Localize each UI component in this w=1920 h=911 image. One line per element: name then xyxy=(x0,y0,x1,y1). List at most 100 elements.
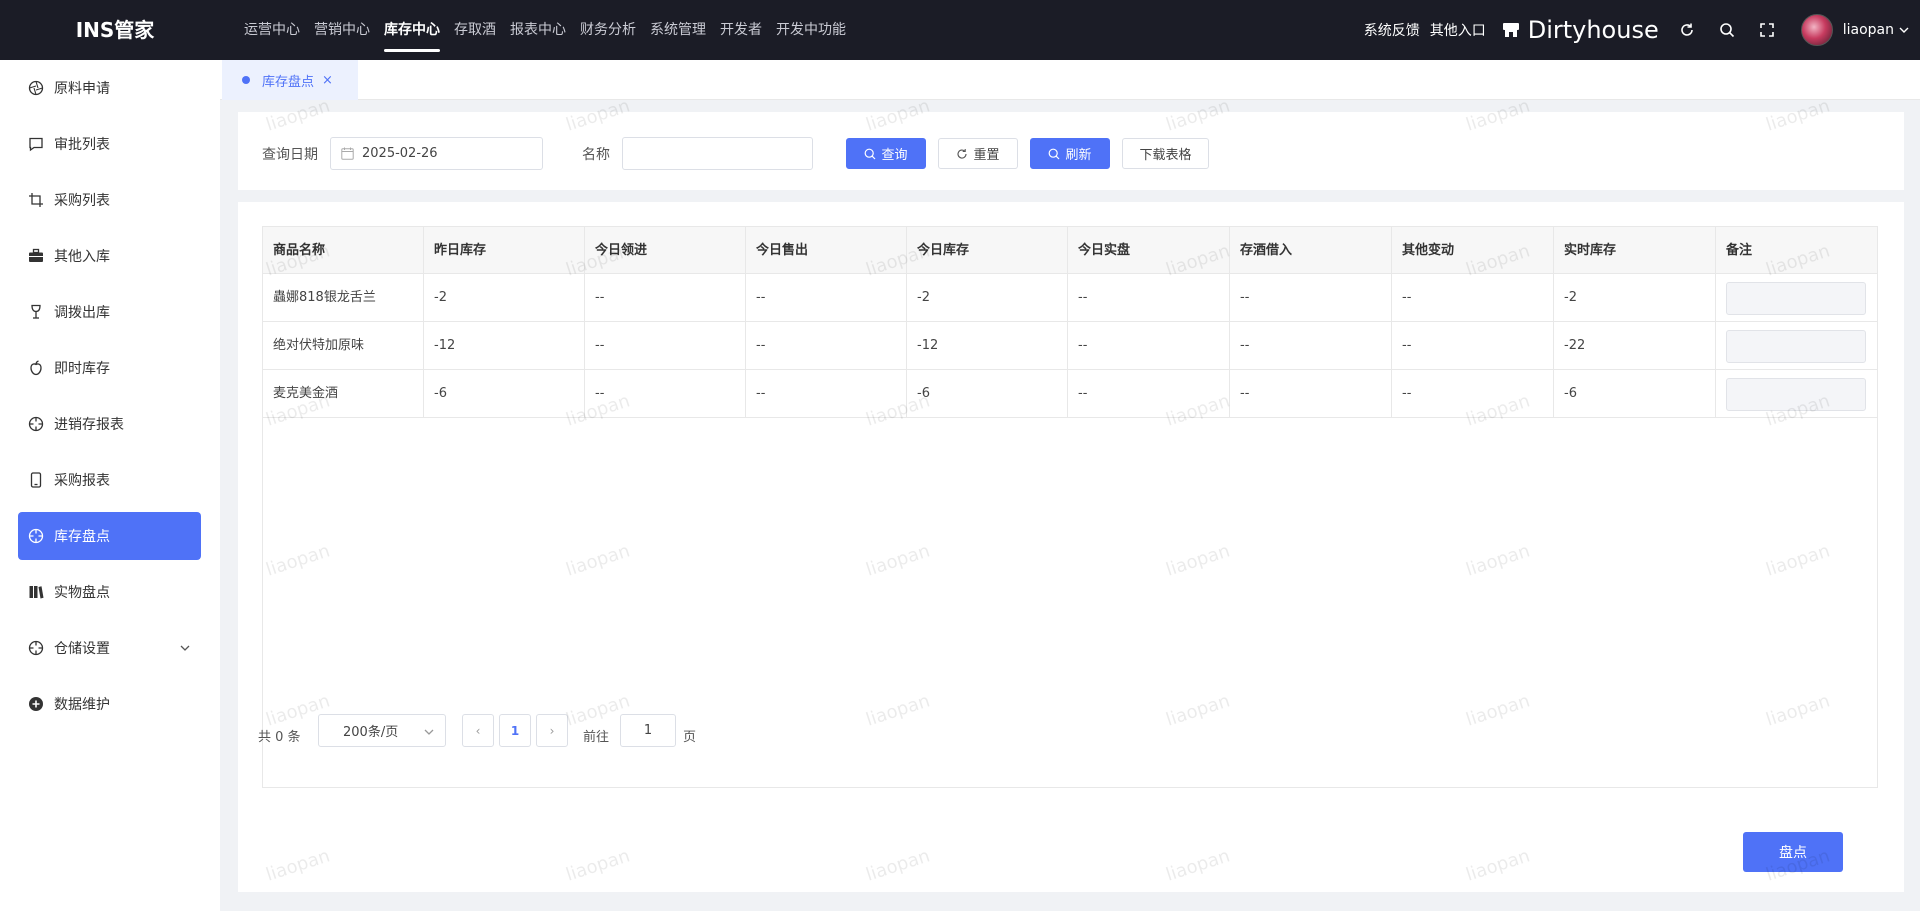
cell-wine-borrowed: -- xyxy=(1230,322,1392,370)
cell-today-received: -- xyxy=(585,322,746,370)
sidebar-item-inventory-report[interactable]: 进销存报表 xyxy=(18,400,201,448)
top-bar: INS管家 运营中心 营销中心 库存中心 存取酒 报表中心 财务分析 系统管理 … xyxy=(0,0,1920,60)
chevron-down-icon[interactable] xyxy=(1898,24,1910,36)
plus-circle-icon xyxy=(29,697,43,711)
top-nav-item-marketing[interactable]: 营销中心 xyxy=(314,0,370,60)
sidebar-item-purchase-report[interactable]: 采购报表 xyxy=(18,456,201,504)
top-nav-item-dev-features[interactable]: 开发中功能 xyxy=(776,0,846,60)
chevron-down-icon[interactable] xyxy=(179,642,191,654)
cell-today-sold: -- xyxy=(746,274,907,322)
stock-count-button[interactable]: 盘点 xyxy=(1743,832,1843,872)
sidebar-item-warehouse-settings[interactable]: 仓储设置 xyxy=(18,624,201,672)
refresh-icon xyxy=(957,148,968,159)
page-size-select[interactable]: 200条/页 xyxy=(318,714,446,747)
name-input[interactable] xyxy=(622,137,813,170)
sidebar-item-physical-count[interactable]: 实物盘点 xyxy=(18,568,201,616)
username[interactable]: liaopan xyxy=(1843,22,1894,38)
query-button[interactable]: 查询 xyxy=(846,138,926,169)
store-icon xyxy=(1502,23,1519,37)
tab-label: 库存盘点 xyxy=(262,74,315,90)
sidebar-item-material-request[interactable]: 原料申请 xyxy=(18,64,201,112)
filter-panel: 查询日期 2025-02-26 名称 查询 重置 刷新 下载表格 xyxy=(238,112,1904,190)
goto-page-input[interactable]: 1 xyxy=(620,714,676,747)
date-value: 2025-02-26 xyxy=(362,146,438,161)
top-nav-item-system[interactable]: 系统管理 xyxy=(650,0,706,60)
col-header-today-stock: 今日库存 xyxy=(907,227,1068,274)
tabs-bar: 库存盘点 × xyxy=(220,60,1920,100)
crop-icon xyxy=(29,193,43,207)
sidebar-item-label: 采购列表 xyxy=(54,193,110,209)
notes-input[interactable] xyxy=(1726,330,1866,363)
sidebar-item-label: 数据维护 xyxy=(54,697,110,713)
sidebar-item-label: 采购报表 xyxy=(54,473,110,489)
notes-input[interactable] xyxy=(1726,378,1866,411)
close-icon[interactable]: × xyxy=(322,73,333,88)
notes-input[interactable] xyxy=(1726,282,1866,315)
refresh-button[interactable]: 刷新 xyxy=(1030,138,1110,169)
goblet-icon xyxy=(31,304,41,319)
other-entry-link[interactable]: 其他入口 xyxy=(1430,20,1486,40)
col-header-wine-borrowed: 存酒借入 xyxy=(1230,227,1392,274)
cell-other-changes: -- xyxy=(1392,370,1554,418)
store-name[interactable]: Dirtyhouse xyxy=(1528,16,1659,44)
pagination-total: 共 0 条 xyxy=(258,730,301,745)
crosshair-icon xyxy=(28,640,44,656)
sidebar-item-transfer-outbound[interactable]: 调拨出库 xyxy=(18,288,201,336)
sidebar-item-label: 仓储设置 xyxy=(54,641,110,657)
refresh-button-label: 刷新 xyxy=(1065,148,1092,163)
top-nav-item-wine-storage[interactable]: 存取酒 xyxy=(454,0,496,60)
prev-page-button[interactable]: ‹ xyxy=(462,714,494,747)
date-picker[interactable]: 2025-02-26 xyxy=(330,137,543,170)
stock-count-table: 商品名称 昨日库存 今日领进 今日售出 今日库存 今日实盘 存酒借入 其他变动 … xyxy=(262,226,1878,788)
chat-icon xyxy=(29,137,43,152)
feedback-link[interactable]: 系统反馈 xyxy=(1364,20,1420,40)
cell-product-name: 麦克美金酒 xyxy=(263,370,424,418)
cell-today-stock: -6 xyxy=(907,370,1068,418)
active-dot-icon xyxy=(242,76,250,84)
refresh-icon[interactable] xyxy=(1677,20,1697,40)
sidebar: 原料申请 审批列表 采购列表 其他入库 调拨出库 即时库存 进销存报表 采购报表… xyxy=(0,60,220,911)
search-icon[interactable] xyxy=(1717,20,1737,40)
col-header-today-actual: 今日实盘 xyxy=(1068,227,1230,274)
page-number-button[interactable]: 1 xyxy=(499,714,531,747)
sidebar-item-label: 原料申请 xyxy=(54,81,110,97)
tab-stock-count[interactable]: 库存盘点 × xyxy=(222,60,358,100)
briefcase-icon xyxy=(29,248,43,262)
cell-realtime-stock: -2 xyxy=(1554,274,1716,322)
top-nav-item-operations[interactable]: 运营中心 xyxy=(244,0,300,60)
cell-today-sold: -- xyxy=(746,322,907,370)
sidebar-item-other-inbound[interactable]: 其他入库 xyxy=(18,232,201,280)
cell-realtime-stock: -6 xyxy=(1554,370,1716,418)
sidebar-item-purchase-list[interactable]: 采购列表 xyxy=(18,176,201,224)
crosshair-icon xyxy=(28,416,44,432)
sidebar-item-data-maintenance[interactable]: 数据维护 xyxy=(18,680,201,728)
sidebar-item-label: 即时库存 xyxy=(54,361,110,377)
sidebar-item-label: 调拨出库 xyxy=(54,305,110,321)
search-icon xyxy=(865,148,876,159)
table-row: 麦克美金酒 -6 -- -- -6 -- -- -- -6 xyxy=(263,370,1877,418)
reset-button-label: 重置 xyxy=(973,148,1000,163)
page-size-value: 200条/页 xyxy=(343,725,399,740)
top-nav-item-finance[interactable]: 财务分析 xyxy=(580,0,636,60)
sidebar-item-approval-list[interactable]: 审批列表 xyxy=(18,120,201,168)
download-table-button[interactable]: 下载表格 xyxy=(1122,138,1209,169)
calendar-icon xyxy=(341,147,354,160)
table-row: 蟲娜818银龙舌兰 -2 -- -- -2 -- -- -- -2 xyxy=(263,274,1877,322)
cell-product-name: 蟲娜818银龙舌兰 xyxy=(263,274,424,322)
sidebar-item-label: 进销存报表 xyxy=(54,417,124,433)
col-header-realtime-stock: 实时库存 xyxy=(1554,227,1716,274)
table-row: 绝对伏特加原味 -12 -- -- -12 -- -- -- -22 xyxy=(263,322,1877,370)
top-nav-item-inventory[interactable]: 库存中心 xyxy=(384,0,440,60)
app-logo[interactable]: INS管家 xyxy=(0,0,230,60)
cell-product-name: 绝对伏特加原味 xyxy=(263,322,424,370)
top-nav-item-developer[interactable]: 开发者 xyxy=(720,0,762,60)
next-page-button[interactable]: › xyxy=(536,714,568,747)
sidebar-item-instant-stock[interactable]: 即时库存 xyxy=(18,344,201,392)
reset-button[interactable]: 重置 xyxy=(938,138,1018,169)
chevron-down-icon xyxy=(424,729,434,735)
avatar[interactable] xyxy=(1800,14,1833,46)
fullscreen-icon[interactable] xyxy=(1757,20,1777,40)
sidebar-item-stock-count[interactable]: 库存盘点 xyxy=(18,512,201,560)
top-nav-item-reports[interactable]: 报表中心 xyxy=(510,0,566,60)
name-label: 名称 xyxy=(582,147,610,163)
